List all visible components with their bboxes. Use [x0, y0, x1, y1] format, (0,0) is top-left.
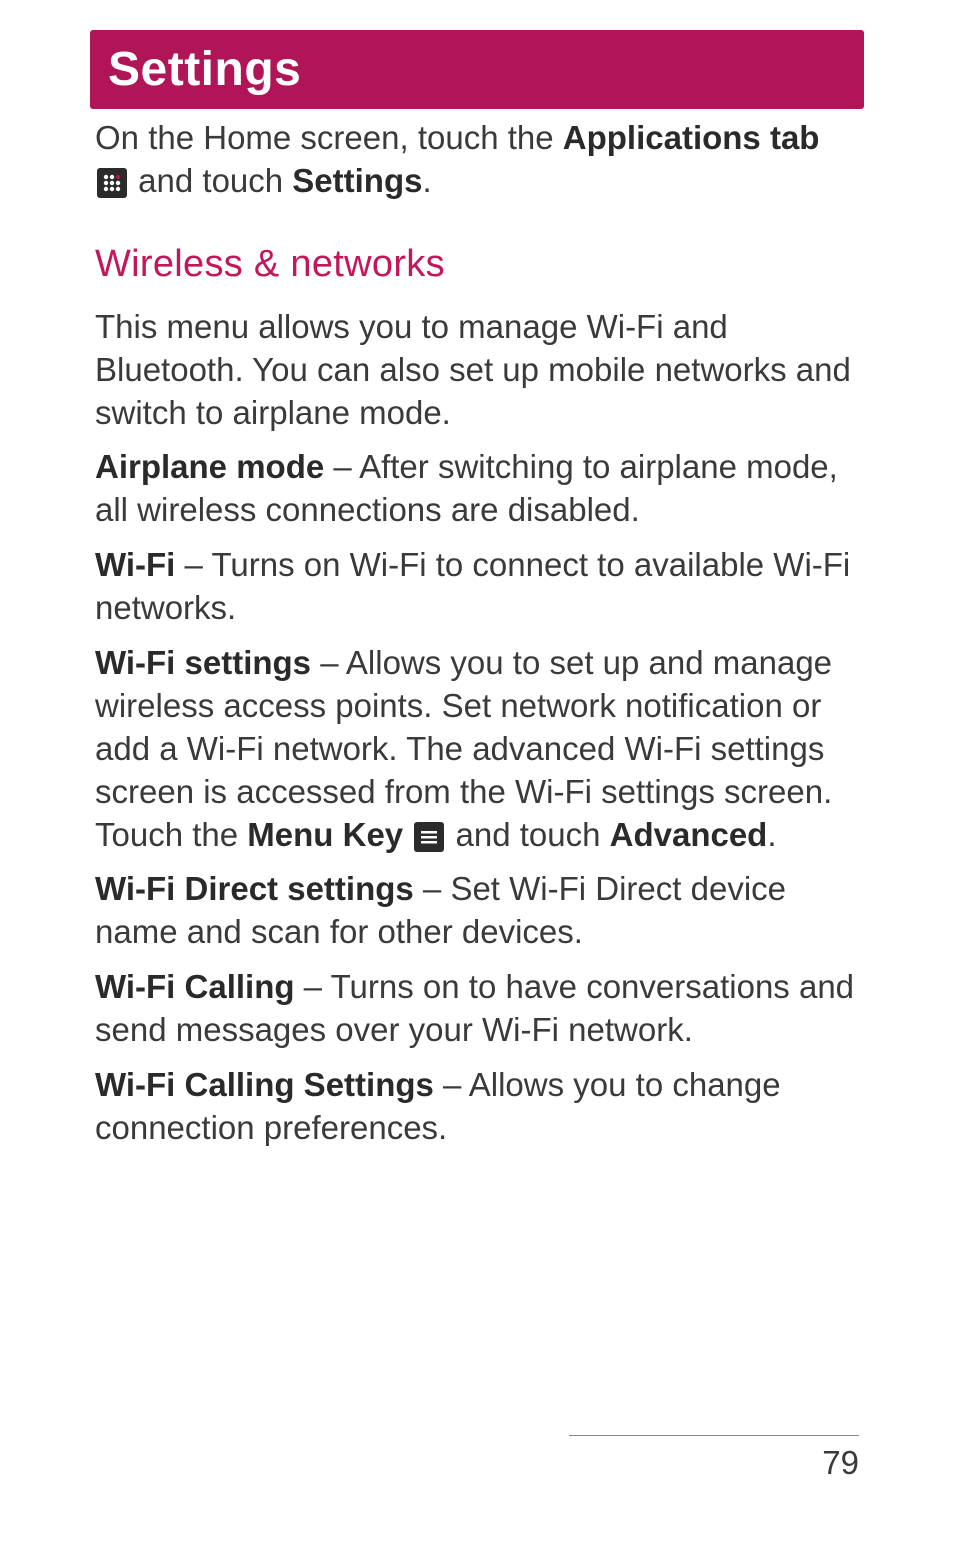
wifi-calling-settings-item: Wi-Fi Calling Settings – Allows you to c…: [95, 1064, 859, 1150]
wifi-direct-item: Wi-Fi Direct settings – Set Wi-Fi Direct…: [95, 868, 859, 954]
wifi-settings-label: Wi-Fi settings: [95, 644, 311, 681]
wifi-settings-desc-2: and touch: [446, 816, 609, 853]
page-number-area: 79: [569, 1435, 859, 1482]
wifi-item: Wi-Fi – Turns on Wi-Fi to connect to ava…: [95, 544, 859, 630]
section-heading-wireless: Wireless & networks: [95, 243, 859, 286]
intro-text-2: and touch: [129, 162, 292, 199]
applications-tab-icon: [97, 168, 127, 198]
wifi-desc: – Turns on Wi-Fi to connect to available…: [95, 546, 850, 626]
wireless-description: This menu allows you to manage Wi-Fi and…: [95, 306, 859, 435]
menu-key-label: Menu Key: [247, 816, 403, 853]
wifi-calling-label: Wi-Fi Calling: [95, 968, 295, 1005]
wifi-direct-label: Wi-Fi Direct settings: [95, 870, 414, 907]
wifi-settings-item: Wi-Fi settings – Allows you to set up an…: [95, 642, 859, 856]
airplane-mode-item: Airplane mode – After switching to airpl…: [95, 446, 859, 532]
applications-tab-label: Applications tab: [563, 119, 820, 156]
intro-text-3: .: [422, 162, 431, 199]
airplane-mode-label: Airplane mode: [95, 448, 324, 485]
settings-label: Settings: [292, 162, 422, 199]
menu-key-icon: [414, 822, 444, 852]
page-title: Settings: [108, 42, 846, 97]
wifi-settings-desc-3: .: [767, 816, 776, 853]
wifi-calling-item: Wi-Fi Calling – Turns on to have convers…: [95, 966, 859, 1052]
advanced-label: Advanced: [610, 816, 768, 853]
intro-text-1: On the Home screen, touch the: [95, 119, 563, 156]
page-number: 79: [569, 1444, 859, 1482]
intro-paragraph: On the Home screen, touch the Applicatio…: [95, 117, 859, 203]
title-bar: Settings: [90, 30, 864, 109]
wifi-label: Wi-Fi: [95, 546, 175, 583]
wifi-calling-settings-label: Wi-Fi Calling Settings: [95, 1066, 434, 1103]
page-number-divider: [569, 1435, 859, 1436]
